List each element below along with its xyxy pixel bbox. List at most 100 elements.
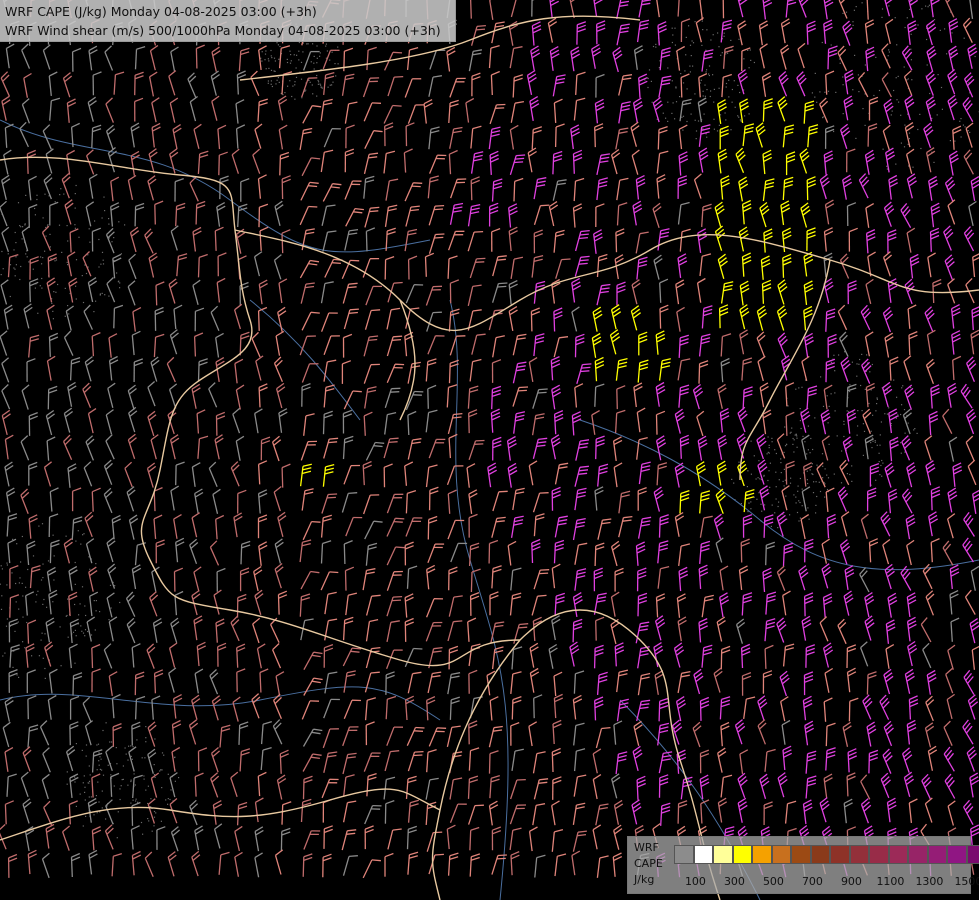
terrain-dot — [904, 26, 906, 29]
terrain-dot — [286, 61, 289, 64]
terrain-dot — [68, 313, 70, 315]
terrain-dot — [690, 55, 692, 57]
terrain-dot — [278, 58, 280, 60]
terrain-dot — [827, 90, 830, 92]
terrain-dot — [1, 595, 3, 597]
terrain-dot — [838, 354, 840, 356]
terrain-dot — [775, 452, 777, 455]
terrain-dot — [815, 481, 817, 483]
terrain-dot — [766, 453, 768, 455]
terrain-dot — [298, 50, 300, 52]
terrain-dot — [718, 46, 720, 48]
terrain-dot — [52, 534, 54, 536]
terrain-dot — [876, 403, 878, 405]
terrain-dot — [686, 120, 688, 123]
terrain-dot — [725, 86, 727, 88]
terrain-dot — [662, 112, 664, 114]
terrain-dot — [28, 261, 30, 263]
terrain-dot — [797, 485, 799, 487]
terrain-dot — [705, 71, 707, 73]
terrain-dot — [919, 113, 921, 115]
terrain-dot — [142, 833, 144, 835]
terrain-dot — [97, 781, 99, 783]
terrain-dot — [51, 302, 53, 304]
terrain-dot — [319, 83, 321, 85]
terrain-dot — [667, 67, 669, 69]
terrain-dot — [839, 62, 841, 64]
terrain-dot — [897, 75, 899, 77]
terrain-dot — [820, 376, 822, 378]
terrain-dot — [853, 9, 855, 11]
terrain-dot — [309, 81, 311, 83]
terrain-dot — [82, 825, 84, 827]
terrain-dot — [690, 113, 692, 115]
terrain-dot — [72, 631, 75, 633]
terrain-dot — [136, 739, 138, 741]
terrain-dot — [15, 264, 17, 266]
terrain-dot — [888, 407, 890, 409]
terrain-dot — [125, 753, 127, 755]
terrain-dot — [783, 468, 785, 470]
terrain-dot — [329, 84, 331, 86]
terrain-dot — [859, 358, 861, 361]
terrain-dot — [884, 413, 886, 415]
terrain-dot — [882, 148, 884, 150]
terrain-dot — [896, 396, 898, 398]
legend-model-label: WRF — [634, 841, 659, 854]
wind-shear-title: WRF Wind shear (m/s) 500/1000hPa Monday … — [5, 23, 441, 38]
terrain-dot — [650, 80, 652, 82]
terrain-dot — [819, 490, 822, 493]
terrain-dot — [82, 782, 84, 784]
terrain-dot — [329, 59, 331, 61]
terrain-dot — [107, 764, 109, 766]
terrain-dot — [801, 505, 803, 507]
legend-tick-labels: 100 300 500 700 900 1100 1300 1500 — [674, 875, 979, 889]
terrain-dot — [300, 61, 303, 63]
terrain-dot — [771, 504, 773, 506]
terrain-dot — [124, 747, 126, 749]
terrain-dot — [835, 91, 837, 93]
terrain-dot — [74, 224, 76, 226]
terrain-dot — [278, 81, 280, 83]
terrain-dot — [140, 821, 143, 824]
terrain-dot — [9, 295, 11, 298]
terrain-dot — [890, 114, 892, 116]
terrain-dot — [671, 41, 673, 44]
terrain-dot — [93, 311, 95, 313]
terrain-dot — [133, 773, 135, 775]
legend-tick-label: 100 — [684, 875, 706, 888]
terrain-dot — [2, 268, 4, 270]
terrain-dot — [855, 6, 857, 8]
terrain-dot — [704, 84, 706, 86]
terrain-dot — [864, 64, 866, 66]
terrain-dot — [917, 128, 919, 131]
terrain-dot — [80, 625, 82, 627]
terrain-dot — [99, 768, 101, 770]
terrain-dot — [89, 568, 91, 570]
terrain-dot — [858, 363, 860, 365]
terrain-dot — [153, 825, 155, 827]
terrain-dot — [105, 818, 107, 820]
terrain-dot — [145, 789, 147, 791]
terrain-dot — [963, 37, 965, 39]
terrain-dot — [750, 473, 752, 475]
terrain-dot — [904, 124, 906, 126]
terrain-dot — [876, 397, 878, 399]
terrain-dot — [822, 465, 824, 467]
terrain-dot — [318, 81, 320, 83]
terrain-dot — [880, 464, 882, 467]
terrain-dot — [652, 45, 655, 48]
terrain-dot — [103, 196, 105, 198]
terrain-dot — [796, 435, 798, 437]
terrain-dot — [75, 259, 78, 261]
terrain-dot — [32, 268, 34, 270]
terrain-dot — [316, 45, 318, 47]
terrain-dot — [870, 442, 872, 444]
terrain-dot — [34, 207, 36, 210]
terrain-dot — [692, 42, 695, 44]
terrain-dot — [37, 590, 39, 592]
terrain-dot — [289, 50, 291, 52]
terrain-dot — [879, 444, 881, 446]
terrain-dot — [702, 90, 704, 92]
terrain-dot — [861, 410, 863, 412]
